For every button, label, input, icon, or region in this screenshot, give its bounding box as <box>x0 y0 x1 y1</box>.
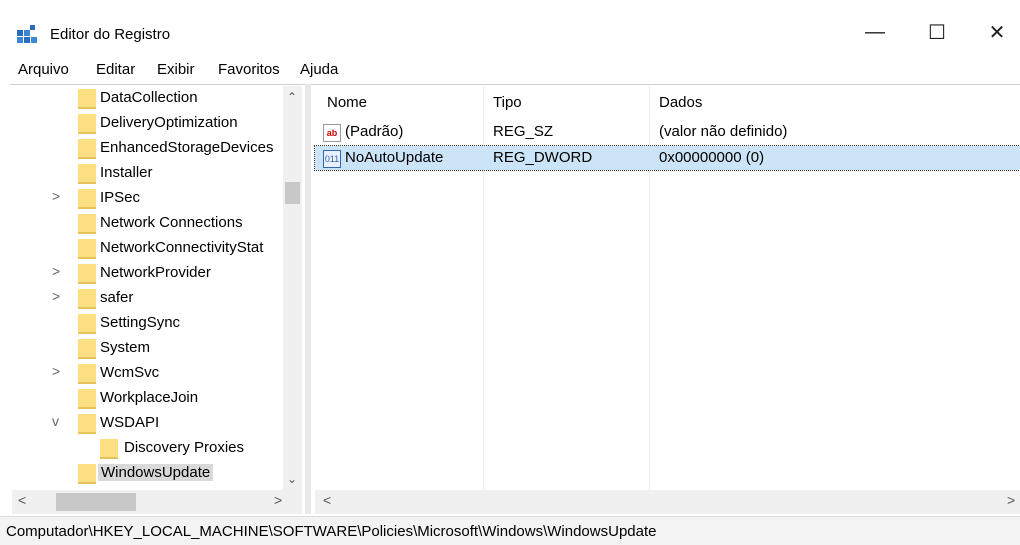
tree-item-label: IPSec <box>100 189 141 206</box>
list-item[interactable]: ab (Padrão) REG_SZ (valor não definido) <box>315 120 1020 144</box>
status-bar: Computador\HKEY_LOCAL_MACHINE\SOFTWARE\P… <box>0 516 1020 545</box>
folder-icon <box>78 264 96 284</box>
value-data: 0x00000000 (0) <box>659 149 765 166</box>
registry-editor-icon <box>17 25 37 43</box>
value-type: REG_DWORD <box>493 149 593 166</box>
scroll-left-icon[interactable]: < <box>323 492 331 508</box>
registry-path: Computador\HKEY_LOCAL_MACHINE\SOFTWARE\P… <box>6 523 657 540</box>
close-button[interactable]: ✕ <box>972 14 1020 50</box>
tree-item[interactable]: DataCollection <box>12 86 282 111</box>
tree-item-label: WorkplaceJoin <box>100 389 199 406</box>
tree-item[interactable]: Network Connections <box>12 211 282 236</box>
pane-splitter[interactable] <box>305 84 311 514</box>
tree-item[interactable]: System <box>12 336 282 361</box>
values-list[interactable]: Nome Tipo Dados ab (Padrão) REG_SZ (valo… <box>314 86 1020 490</box>
folder-icon <box>78 339 96 359</box>
column-header-dados[interactable]: Dados <box>659 94 702 111</box>
expander-icon[interactable]: > <box>52 363 60 379</box>
scroll-right-icon[interactable]: > <box>274 492 282 508</box>
folder-icon <box>78 114 96 134</box>
tree-item[interactable]: > safer <box>12 286 282 311</box>
tree-item-label: NetworkProvider <box>100 264 211 281</box>
scroll-thumb[interactable] <box>56 493 136 511</box>
registry-key-tree[interactable]: DataCollection DeliveryOptimization Enha… <box>12 86 282 490</box>
tree-item-label: Installer <box>100 164 153 181</box>
column-header-nome[interactable]: Nome <box>327 94 367 111</box>
expander-icon[interactable]: > <box>52 263 60 279</box>
tree-item[interactable]: v WSDAPI <box>12 411 282 436</box>
tree-item[interactable]: DeliveryOptimization <box>12 111 282 136</box>
tree-item-label: WcmSvc <box>100 364 160 381</box>
tree-item-label: System <box>100 339 151 356</box>
tree-item[interactable]: WorkplaceJoin <box>12 386 282 411</box>
tree-item-label: DataCollection <box>100 89 198 106</box>
tree-item[interactable]: > NetworkProvider <box>12 261 282 286</box>
folder-icon <box>78 364 96 384</box>
folder-icon <box>78 139 96 159</box>
tree-item[interactable]: Installer <box>12 161 282 186</box>
value-name: (Padrão) <box>345 123 404 140</box>
tree-item-label: safer <box>100 289 134 306</box>
scroll-left-icon[interactable]: < <box>18 492 26 508</box>
folder-icon <box>78 164 96 184</box>
tree-item[interactable]: > WcmSvc <box>12 361 282 386</box>
menu-ajuda[interactable]: Ajuda <box>300 61 338 78</box>
tree-vertical-scrollbar[interactable]: ⌃ ⌄ <box>283 86 302 490</box>
folder-icon <box>78 464 96 484</box>
folder-icon <box>78 414 96 434</box>
window-title: Editor do Registro <box>50 26 171 43</box>
folder-icon <box>78 314 96 334</box>
menu-favoritos[interactable]: Favoritos <box>218 61 280 78</box>
dword-value-icon: 011 <box>323 150 341 168</box>
title-bar: Editor do Registro — ☐ ✕ <box>0 0 1020 56</box>
string-value-icon: ab <box>323 124 341 142</box>
list-item-selected[interactable]: 011 NoAutoUpdate REG_DWORD 0x00000000 (0… <box>314 145 1020 171</box>
tree-item-label: NetworkConnectivityStat <box>100 239 264 256</box>
folder-icon <box>78 214 96 234</box>
tree-item-label: Discovery Proxies <box>124 439 245 456</box>
folder-icon <box>78 389 96 409</box>
scroll-up-icon[interactable]: ⌃ <box>287 90 297 104</box>
menu-exibir[interactable]: Exibir <box>157 61 195 78</box>
folder-icon <box>78 289 96 309</box>
maximize-button[interactable]: ☐ <box>912 14 962 50</box>
tree-item-label: EnhancedStorageDevices <box>100 139 274 156</box>
tree-item[interactable]: > IPSec <box>12 186 282 211</box>
expander-icon[interactable]: > <box>52 288 60 304</box>
folder-icon <box>78 239 96 259</box>
scroll-right-icon[interactable]: > <box>1007 492 1015 508</box>
tree-item-label: DeliveryOptimization <box>100 114 238 131</box>
scroll-thumb[interactable] <box>285 182 300 204</box>
tree-item[interactable]: NetworkConnectivityStat <box>12 236 282 261</box>
menu-editar[interactable]: Editar <box>96 61 135 78</box>
tree-horizontal-scrollbar[interactable]: < > <box>12 490 302 514</box>
minimize-button[interactable]: — <box>850 14 900 50</box>
tree-item-selected[interactable]: WindowsUpdate <box>12 461 282 486</box>
tree-item-label: WSDAPI <box>100 414 160 431</box>
menu-bar: Arquivo Editar Exibir Favoritos Ajuda <box>0 56 1020 84</box>
expander-icon[interactable]: v <box>52 413 59 429</box>
value-type: REG_SZ <box>493 123 554 140</box>
tree-item[interactable]: Discovery Proxies <box>12 436 282 461</box>
folder-icon <box>78 89 96 109</box>
tree-item[interactable]: EnhancedStorageDevices <box>12 136 282 161</box>
folder-icon <box>78 189 96 209</box>
menu-arquivo[interactable]: Arquivo <box>18 61 69 78</box>
expander-icon[interactable]: > <box>52 188 60 204</box>
tree-item[interactable]: SettingSync <box>12 311 282 336</box>
tree-item-label: Network Connections <box>100 214 243 231</box>
list-horizontal-scrollbar[interactable]: < > <box>315 490 1020 514</box>
scroll-down-icon[interactable]: ⌄ <box>287 472 297 486</box>
tree-item-label: WindowsUpdate <box>98 464 214 481</box>
tree-item-label: SettingSync <box>100 314 181 331</box>
column-header-tipo[interactable]: Tipo <box>493 94 522 111</box>
value-name: NoAutoUpdate <box>345 149 444 166</box>
value-data: (valor não definido) <box>659 123 788 140</box>
folder-icon <box>100 439 118 459</box>
